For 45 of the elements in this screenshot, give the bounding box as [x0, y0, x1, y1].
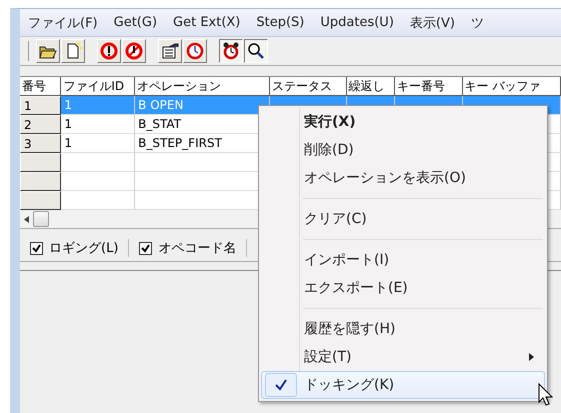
table-cell: 1	[24, 99, 32, 113]
menu-item[interactable]: ファイル(F)	[28, 14, 98, 32]
menu-item[interactable]: エクスポート(E)	[261, 274, 545, 302]
checkbox-label: ロギング(L)	[49, 240, 118, 257]
table-cell: 1	[64, 136, 72, 150]
column-header[interactable]: ステータス	[270, 77, 347, 96]
search-icon	[247, 42, 265, 60]
menu-item[interactable]: 設定(T)	[261, 343, 545, 371]
properties-icon	[161, 42, 179, 60]
mouse-pointer-icon	[538, 383, 554, 407]
table-cell: B_STAT	[138, 117, 182, 131]
clock-icon	[186, 42, 204, 60]
scroll-left-icon[interactable]	[24, 216, 29, 222]
menu-item[interactable]: Get Ext(X)	[173, 15, 240, 30]
table-cell: 1	[64, 117, 72, 131]
stop-icon	[125, 42, 143, 60]
menu-item[interactable]: クリア(C)	[261, 205, 545, 233]
menu-item[interactable]: 表示(V)	[410, 14, 455, 32]
table-cell: 2	[24, 118, 32, 132]
column-header[interactable]: 繰返し	[346, 77, 395, 96]
menu-item[interactable]: Updates(U)	[320, 15, 394, 30]
table-cell: B OPEN	[138, 98, 184, 112]
column-header[interactable]: ファイルID	[61, 77, 136, 96]
toolbar-button[interactable]	[219, 39, 243, 63]
menu-item[interactable]: Get(G)	[114, 15, 158, 30]
menu-item[interactable]: 削除(D)	[261, 136, 545, 164]
menu-item[interactable]: オペレーションを表示(O)	[261, 164, 545, 192]
checkbox-label: オペコード名	[158, 240, 236, 257]
column-header[interactable]: キー バッファ	[462, 77, 561, 96]
menu-item[interactable]: 履歴を隠す(H)	[261, 315, 545, 343]
menu-item[interactable]: ドッキング(K)	[261, 371, 545, 399]
table-cell: 1	[64, 98, 72, 112]
alarm-clock-icon	[222, 42, 240, 60]
column-header[interactable]: オペレーション	[135, 77, 270, 96]
scrollbar-thumb[interactable]	[33, 211, 49, 227]
table-cell: B_STEP_FIRST	[138, 136, 222, 150]
column-header[interactable]: 番号	[20, 77, 62, 96]
table-cell: 3	[24, 137, 32, 151]
menu-item[interactable]: Step(S)	[256, 15, 304, 30]
column-header[interactable]: キー番号	[394, 77, 463, 96]
checkbox[interactable]	[139, 242, 152, 254]
menu-item[interactable]: ツ	[470, 14, 484, 32]
menu-item[interactable]: インポート(I)	[261, 246, 545, 274]
toolbar-button[interactable]	[244, 39, 268, 63]
checkbox[interactable]	[30, 242, 43, 254]
